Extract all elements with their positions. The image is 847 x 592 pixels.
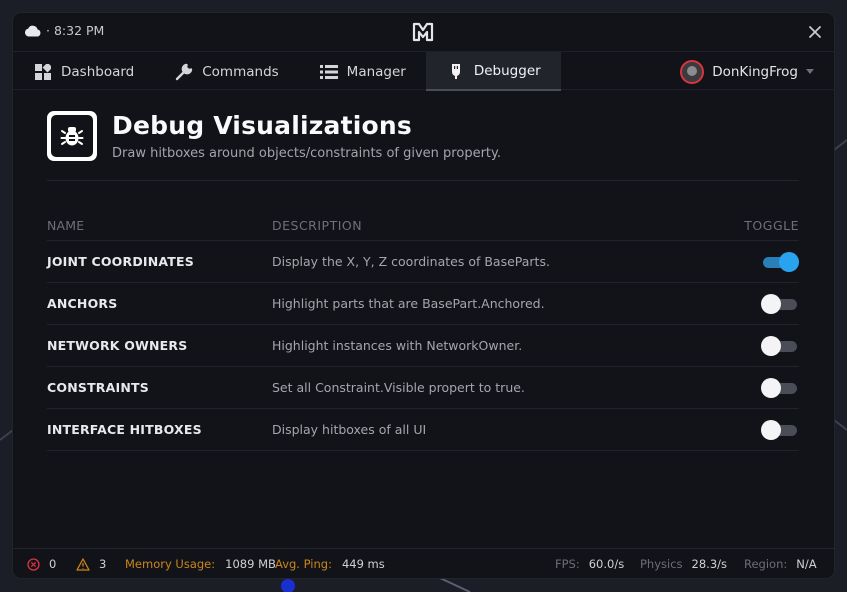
ping-label: Avg. Ping: <box>275 557 332 571</box>
row-name: NETWORK OWNERS <box>47 338 188 353</box>
nav-bar: Dashboard Commands Manager Debugger DonK… <box>13 51 834 91</box>
app-logo-icon <box>412 22 434 42</box>
tab-label: Dashboard <box>61 63 135 80</box>
row-name: JOINT COORDINATES <box>47 254 194 269</box>
error-count[interactable]: 0 <box>27 557 56 571</box>
tab-commands[interactable]: Commands <box>154 52 298 91</box>
row-description: Highlight instances with NetworkOwner. <box>272 338 523 353</box>
region-label: Region: <box>744 557 788 571</box>
tab-label: Manager <box>346 63 406 80</box>
grid-icon <box>34 63 52 81</box>
constraints-toggle[interactable] <box>761 377 799 398</box>
bug-icon-frame <box>47 111 97 161</box>
column-toggle: TOGGLE <box>744 218 799 233</box>
tab-manager[interactable]: Manager <box>299 52 426 91</box>
error-icon <box>27 557 40 571</box>
memory-label: Memory Usage: <box>125 557 216 571</box>
ping-value: 449 ms <box>341 557 385 571</box>
physics: Physics 28.3/s <box>640 557 727 571</box>
physics-value: 28.3/s <box>691 557 728 571</box>
interface-hitboxes-toggle[interactable] <box>761 419 799 440</box>
region-value: N/A <box>796 557 817 571</box>
toggle-cell <box>761 251 799 272</box>
clock-area: · 8:32 PM <box>24 23 104 38</box>
warning-count[interactable]: 3 <box>76 557 106 571</box>
row-name: ANCHORS <box>47 296 118 311</box>
toggle-cell <box>761 377 799 398</box>
network-owners-toggle[interactable] <box>761 335 799 356</box>
tab-label: Commands <box>202 63 279 80</box>
row-name: INTERFACE HITBOXES <box>47 422 202 437</box>
memory-usage: Memory Usage: 1089 MB <box>125 557 276 571</box>
list-icon <box>319 63 338 81</box>
toggle-cell <box>761 293 799 314</box>
avg-ping: Avg. Ping: 449 ms <box>275 557 385 571</box>
warning-icon <box>76 557 90 571</box>
tab-dashboard[interactable]: Dashboard <box>13 52 154 91</box>
tab-debugger[interactable]: Debugger <box>425 52 561 91</box>
region: Region: N/A <box>744 557 817 571</box>
table-row: CONSTRAINTS Set all Constraint.Visible p… <box>47 367 799 409</box>
row-name: CONSTRAINTS <box>47 380 149 395</box>
table-row: ANCHORS Highlight parts that are BasePar… <box>47 283 799 325</box>
avatar <box>680 59 705 84</box>
time-text: · 8:32 PM <box>46 23 105 38</box>
row-description: Highlight parts that are BasePart.Anchor… <box>272 296 545 311</box>
row-description: Set all Constraint.Visible propert to tr… <box>272 380 525 395</box>
page-header: Debug Visualizations Draw hitboxes aroun… <box>47 111 799 181</box>
toggle-cell <box>761 335 799 356</box>
plug-icon <box>447 62 465 80</box>
fps-label: FPS: <box>555 557 580 571</box>
table-header: NAME DESCRIPTION TOGGLE <box>47 211 799 241</box>
cloud-icon <box>24 25 41 36</box>
column-description: DESCRIPTION <box>272 218 363 233</box>
toggle-cell <box>761 419 799 440</box>
debug-options-table: NAME DESCRIPTION TOGGLE JOINT COORDINATE… <box>47 211 799 451</box>
wrench-icon <box>175 63 193 81</box>
status-bar: 0 3 Memory Usage: 1089 MB Avg. Ping: 449… <box>13 548 834 578</box>
table-row: JOINT COORDINATES Display the X, Y, Z co… <box>47 241 799 283</box>
joint-coordinates-toggle[interactable] <box>761 251 799 272</box>
fps: FPS: 60.0/s <box>555 557 624 571</box>
error-count-value: 0 <box>49 557 57 571</box>
fps-value: 60.0/s <box>588 557 625 571</box>
close-icon[interactable] <box>807 24 823 40</box>
page-subtitle: Draw hitboxes around objects/constraints… <box>112 146 501 161</box>
username: DonKingFrog <box>712 63 798 80</box>
warning-count-value: 3 <box>99 557 107 571</box>
chevron-down-icon <box>806 69 814 74</box>
anchors-toggle[interactable] <box>761 293 799 314</box>
table-row: NETWORK OWNERS Highlight instances with … <box>47 325 799 367</box>
row-description: Display the X, Y, Z coordinates of BaseP… <box>272 254 550 269</box>
table-row: INTERFACE HITBOXES Display hitboxes of a… <box>47 409 799 451</box>
debugger-window: · 8:32 PM Dashboard Commands Manager Deb… <box>13 13 834 578</box>
memory-value: 1089 MB <box>225 557 276 571</box>
user-menu[interactable]: DonKingFrog <box>680 52 814 91</box>
title-bar: · 8:32 PM <box>13 13 834 51</box>
bug-icon <box>60 127 84 146</box>
physics-label: Physics <box>640 557 683 571</box>
page-title: Debug Visualizations <box>112 111 412 140</box>
column-name: NAME <box>47 218 85 233</box>
row-description: Display hitboxes of all UI <box>272 422 427 437</box>
tab-label: Debugger <box>473 62 541 79</box>
